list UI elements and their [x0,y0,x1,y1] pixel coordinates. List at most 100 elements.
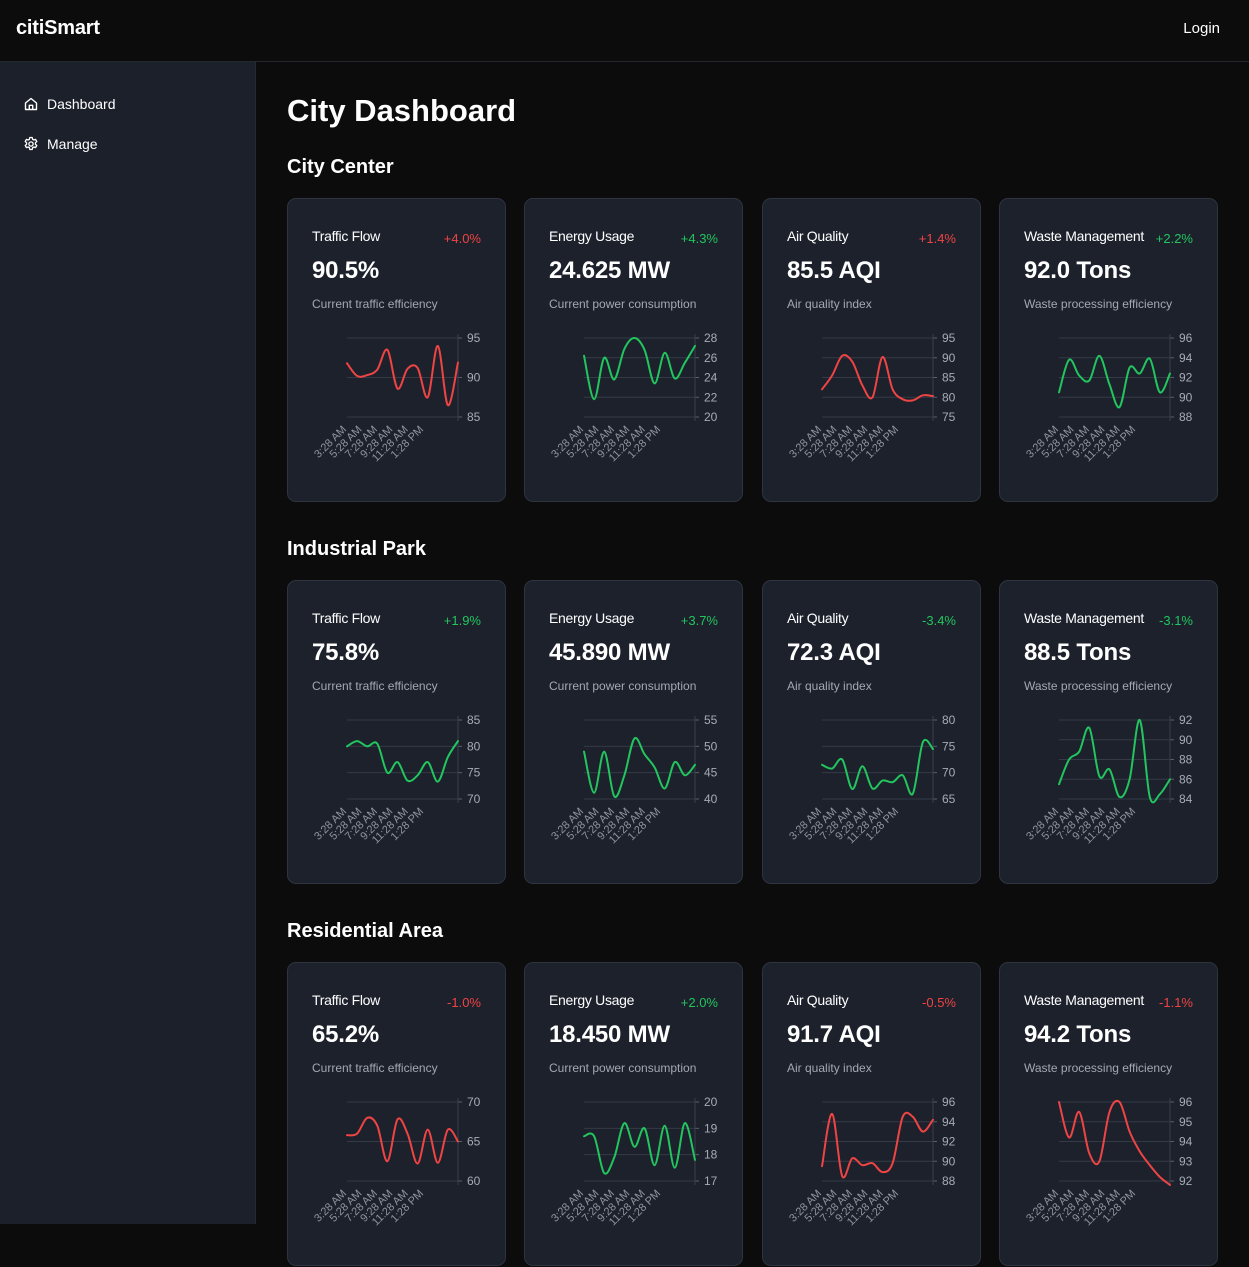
metric-value: 91.7 AQI [787,1021,881,1048]
sidebar-item-manage[interactable]: Manage [23,134,98,154]
metric-change: +2.2% [1155,231,1193,246]
y-tick-label: 92 [942,1135,956,1149]
metric-card: Waste Management +2.2% 92.0 Tons Waste proc… [999,198,1218,502]
y-tick-label: 95 [467,331,481,345]
metric-card: Energy Usage +3.7% 45.890 MW Current power … [524,580,743,884]
y-tick-label: 94 [942,1115,956,1129]
metric-card: Air Quality -3.4% 72.3 AQI Air quality inde… [762,580,981,884]
login-button[interactable]: Login [1183,20,1220,37]
y-tick-label: 65 [942,792,956,806]
y-tick-label: 20 [704,410,718,424]
y-tick-label: 90 [467,371,481,385]
y-tick-label: 17 [704,1174,718,1188]
metric-line-chart: 88909294963:28 AM5:28 AM7:28 AM9:28 AM11… [1024,331,1193,464]
series-line [346,344,459,407]
y-tick-label: 60 [467,1174,481,1188]
metric-line-chart: 20222426283:28 AM5:28 AM7:28 AM9:28 AM11… [549,331,718,464]
metric-card: Waste Management -3.1% 88.5 Tons Waste proc… [999,580,1218,884]
home-icon [24,97,38,111]
section-title: Residential Area [287,920,443,942]
metric-title: Waste Management [1024,228,1144,244]
y-tick-label: 20 [704,1095,718,1109]
series-line [821,1111,934,1179]
y-tick-label: 75 [942,739,956,753]
metric-description: Current power consumption [549,1061,697,1075]
metric-value: 18.450 MW [549,1021,670,1048]
y-tick-label: 96 [1179,331,1193,345]
app-logo[interactable]: citiSmart [16,17,100,40]
series-line [583,337,696,401]
y-tick-label: 92 [1179,371,1193,385]
y-tick-label: 55 [704,713,718,727]
metric-line-chart: 92939495963:28 AM5:28 AM7:28 AM9:28 AM11… [1024,1095,1193,1228]
metric-card: Air Quality -0.5% 91.7 AQI Air quality inde… [762,962,981,1266]
metric-change: -3.4% [922,613,956,628]
y-tick-label: 50 [704,739,718,753]
metric-description: Current traffic efficiency [312,679,438,693]
y-tick-label: 95 [942,331,956,345]
y-tick-label: 95 [1179,1115,1193,1129]
metric-value: 85.5 AQI [787,257,881,284]
metric-title: Air Quality [787,610,849,626]
y-tick-label: 65 [467,1135,481,1149]
sidebar-item-dashboard[interactable]: Dashboard [23,94,116,114]
series-line [1058,1099,1171,1186]
metric-line-chart: 6065703:28 AM5:28 AM7:28 AM9:28 AM11:28 … [312,1095,481,1228]
metric-value: 75.8% [312,639,380,666]
metric-title: Traffic Flow [312,228,380,244]
metric-card: Energy Usage +4.3% 24.625 MW Current power … [524,198,743,502]
top-navbar: citiSmart Login [0,0,1249,62]
series-line [821,738,934,796]
metric-title: Air Quality [787,992,849,1008]
y-tick-label: 75 [942,410,956,424]
y-tick-label: 90 [942,1154,956,1168]
metric-description: Air quality index [787,297,872,311]
metric-description: Current power consumption [549,297,697,311]
metric-title: Energy Usage [549,610,635,626]
y-tick-label: 19 [704,1121,718,1135]
metric-change: +4.0% [443,231,481,246]
metric-title: Energy Usage [549,992,635,1008]
metric-line-chart: 84868890923:28 AM5:28 AM7:28 AM9:28 AM11… [1024,713,1193,846]
metric-change: -0.5% [922,995,956,1010]
page-title: City Dashboard [287,93,517,128]
metric-description: Waste processing efficiency [1024,297,1173,311]
y-tick-label: 80 [467,739,481,753]
metric-value: 65.2% [312,1021,380,1048]
y-tick-label: 26 [704,351,718,365]
y-tick-label: 75 [467,766,481,780]
metric-change: +4.3% [680,231,718,246]
metric-title: Air Quality [787,228,849,244]
metric-line-chart: 75808590953:28 AM5:28 AM7:28 AM9:28 AM11… [787,331,956,464]
y-tick-label: 94 [1179,1135,1193,1149]
metric-line-chart: 8590953:28 AM5:28 AM7:28 AM9:28 AM11:28 … [312,331,481,464]
metric-value: 45.890 MW [549,639,670,666]
sidebar-item-label: Dashboard [47,96,116,112]
section-title: Industrial Park [287,538,426,560]
metric-description: Air quality index [787,1061,872,1075]
metric-line-chart: 657075803:28 AM5:28 AM7:28 AM9:28 AM11:2… [787,713,956,846]
metric-value: 88.5 Tons [1024,639,1132,666]
y-tick-label: 88 [1179,753,1193,767]
y-tick-label: 84 [1179,792,1193,806]
y-tick-label: 94 [1179,351,1193,365]
y-tick-label: 18 [704,1148,718,1162]
y-tick-label: 45 [704,766,718,780]
metric-title: Waste Management [1024,992,1144,1008]
metric-line-chart: 707580853:28 AM5:28 AM7:28 AM9:28 AM11:2… [312,713,481,846]
y-tick-label: 85 [942,371,956,385]
series-line [1058,718,1171,804]
metric-line-chart: 404550553:28 AM5:28 AM7:28 AM9:28 AM11:2… [549,713,718,846]
metric-value: 90.5% [312,257,380,284]
metric-card: Traffic Flow -1.0% 65.2% Current traffic ef… [287,962,506,1266]
metric-title: Traffic Flow [312,992,380,1008]
series-line [583,1122,696,1175]
y-tick-label: 85 [467,410,481,424]
y-tick-label: 92 [1179,713,1193,727]
metric-line-chart: 88909294963:28 AM5:28 AM7:28 AM9:28 AM11… [787,1095,956,1228]
metric-title: Energy Usage [549,228,635,244]
metric-value: 92.0 Tons [1024,257,1132,284]
metric-description: Waste processing efficiency [1024,1061,1173,1075]
metric-change: +1.9% [443,613,481,628]
y-tick-label: 70 [467,792,481,806]
